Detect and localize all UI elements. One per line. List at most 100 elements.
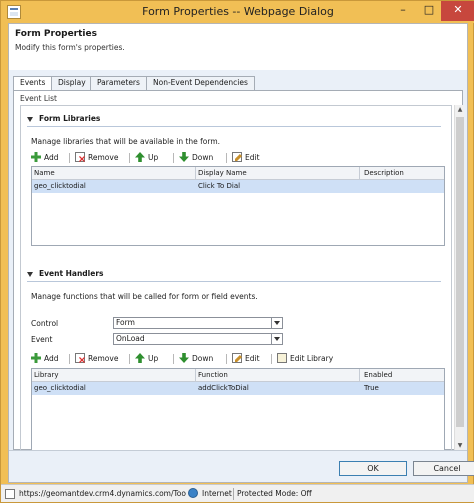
control-select[interactable]: Form xyxy=(113,317,283,329)
tab-events[interactable]: Events xyxy=(13,76,53,91)
scroll-up-icon[interactable]: ▲ xyxy=(455,105,465,115)
grid-header: Library Function Enabled xyxy=(32,369,444,382)
event-label: Event xyxy=(31,335,53,344)
chevron-down-icon[interactable] xyxy=(271,334,282,344)
remove-icon xyxy=(75,152,85,162)
remove-label: Remove xyxy=(88,153,119,162)
table-row[interactable]: geo_clicktodial Click To Dial xyxy=(32,180,444,193)
form-libraries-heading-text: Form Libraries xyxy=(39,114,101,123)
arrow-down-icon xyxy=(179,152,189,162)
add-icon xyxy=(31,152,41,162)
form-libraries-description: Manage libraries that will be available … xyxy=(31,137,221,146)
page-icon xyxy=(5,489,15,499)
dialog-body: Events Display Parameters Non-Event Depe… xyxy=(9,70,467,453)
tab-non-event-dependencies[interactable]: Non-Event Dependencies xyxy=(146,76,255,90)
move-handler-down-button[interactable]: Down xyxy=(179,352,213,366)
event-select-value: OnLoad xyxy=(116,334,145,343)
events-tab-panel: Event List Form Libraries Manage librari… xyxy=(13,90,464,453)
status-url: https://geomantdev.crm4.dynamics.com/Too xyxy=(19,489,186,498)
dialog-window: Form Properties -- Webpage Dialog – □ ✕ … xyxy=(0,0,474,503)
column-header-name[interactable]: Name xyxy=(32,167,55,180)
column-header-display-name[interactable]: Display Name xyxy=(196,167,247,180)
remove-icon xyxy=(75,353,85,363)
remove-library-button[interactable]: Remove xyxy=(75,151,118,165)
event-handlers-heading-text: Event Handlers xyxy=(39,269,104,278)
globe-icon xyxy=(188,488,198,498)
vertical-scrollbar[interactable]: ▲ ▼ xyxy=(454,105,464,451)
down-label: Down xyxy=(192,354,214,363)
edit-icon xyxy=(232,152,242,162)
tab-parameters[interactable]: Parameters xyxy=(90,76,147,90)
toolbar-separator xyxy=(271,354,272,364)
protected-mode-status: Protected Mode: Off xyxy=(237,489,312,498)
library-display-name-cell: Click To Dial xyxy=(198,182,241,190)
library-name-cell: geo_clicktodial xyxy=(34,182,86,190)
status-bar: https://geomantdev.crm4.dynamics.com/Too… xyxy=(1,484,474,502)
edit-library-button[interactable]: Edit xyxy=(232,151,260,165)
grid-header: Name Display Name Description xyxy=(32,167,444,180)
event-handlers-grid: Library Function Enabled geo_clicktodial… xyxy=(31,368,445,452)
dialog-content: Form Properties Modify this form's prope… xyxy=(8,23,474,483)
remove-label: Remove xyxy=(88,354,119,363)
handler-enabled-cell: True xyxy=(364,384,379,392)
ok-button[interactable]: OK xyxy=(339,461,407,476)
chevron-down-icon[interactable] xyxy=(271,318,282,328)
library-edit-icon xyxy=(277,353,287,363)
toolbar-separator xyxy=(129,354,130,364)
column-header-description[interactable]: Description xyxy=(362,167,404,180)
edit-label: Edit xyxy=(245,153,260,162)
remove-handler-button[interactable]: Remove xyxy=(75,352,118,366)
page-subtitle: Modify this form's properties. xyxy=(15,43,125,52)
tab-display[interactable]: Display xyxy=(51,76,93,90)
library-description-cell xyxy=(362,180,364,193)
section-divider xyxy=(27,281,441,282)
edit-label: Edit xyxy=(245,354,260,363)
toolbar-separator xyxy=(226,354,227,364)
section-divider xyxy=(27,126,441,127)
move-library-down-button[interactable]: Down xyxy=(179,151,213,165)
maximize-button[interactable]: □ xyxy=(415,1,443,21)
toolbar-separator xyxy=(129,153,130,163)
security-zone: Internet xyxy=(202,489,232,498)
column-header-function[interactable]: Function xyxy=(196,369,228,382)
column-header-library[interactable]: Library xyxy=(32,369,58,382)
close-button[interactable]: ✕ xyxy=(441,1,474,21)
up-label: Up xyxy=(148,354,159,363)
cancel-button[interactable]: Cancel xyxy=(413,461,474,476)
add-icon xyxy=(31,353,41,363)
collapse-caret-icon xyxy=(27,116,33,122)
title-bar[interactable]: Form Properties -- Webpage Dialog – □ ✕ xyxy=(1,1,474,23)
move-handler-up-button[interactable]: Up xyxy=(135,352,158,366)
toolbar-separator xyxy=(69,354,70,364)
column-divider xyxy=(359,369,360,382)
event-handlers-toolbar: Add Remove Up Down Edit Edit Library xyxy=(31,352,445,366)
toolbar-separator xyxy=(69,153,70,163)
move-library-up-button[interactable]: Up xyxy=(135,151,158,165)
page-title: Form Properties xyxy=(15,29,97,39)
column-divider xyxy=(359,167,360,180)
collapse-caret-icon xyxy=(27,271,33,277)
handler-library-cell: geo_clicktodial xyxy=(34,384,86,392)
event-select[interactable]: OnLoad xyxy=(113,333,283,345)
event-handlers-heading[interactable]: Event Handlers xyxy=(27,267,104,281)
edit-library-label: Edit Library xyxy=(290,354,334,363)
add-label: Add xyxy=(44,354,59,363)
event-list-label: Event List xyxy=(20,94,57,103)
control-label: Control xyxy=(31,319,59,328)
add-handler-button[interactable]: Add xyxy=(31,352,59,366)
toolbar-separator xyxy=(173,354,174,364)
arrow-up-icon xyxy=(135,152,145,162)
add-library-button[interactable]: Add xyxy=(31,151,59,165)
handler-function-cell: addClickToDial xyxy=(198,384,249,392)
minimize-button[interactable]: – xyxy=(389,1,417,21)
add-label: Add xyxy=(44,153,59,162)
edit-handler-button[interactable]: Edit xyxy=(232,352,260,366)
arrow-up-icon xyxy=(135,353,145,363)
column-header-enabled[interactable]: Enabled xyxy=(362,369,392,382)
edit-icon xyxy=(232,353,242,363)
form-libraries-heading[interactable]: Form Libraries xyxy=(27,112,100,126)
edit-library-handler-button[interactable]: Edit Library xyxy=(277,352,333,366)
table-row[interactable]: geo_clicktodial addClickToDial True xyxy=(32,382,444,395)
toolbar-separator xyxy=(226,153,227,163)
scroll-thumb[interactable] xyxy=(456,117,464,427)
